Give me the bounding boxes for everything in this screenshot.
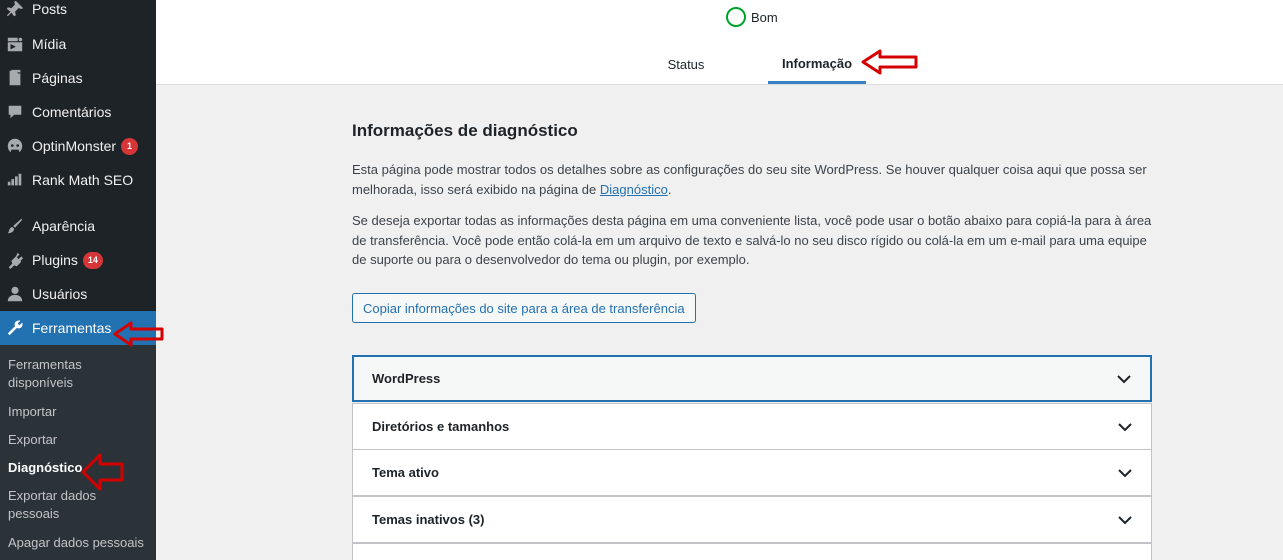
menu-item-pages[interactable]: Páginas: [0, 61, 156, 95]
accordion-inactive-themes[interactable]: Temas inativos (3): [352, 496, 1152, 543]
tools-submenu: Ferramentas disponíveis Importar Exporta…: [0, 345, 156, 560]
export-paragraph: Se deseja exportar todas as informações …: [352, 213, 1152, 267]
annotation-arrow-icon: [113, 321, 164, 347]
menu-label: Mídia: [32, 36, 67, 52]
page-title: Informações de diagnóstico: [352, 121, 578, 140]
menu-item-users[interactable]: Usuários: [0, 277, 156, 311]
media-icon: [5, 34, 25, 54]
copy-site-info-button[interactable]: Copiar informações do site para a área d…: [352, 293, 696, 323]
submenu-item-import[interactable]: Importar: [8, 403, 148, 421]
menu-item-media[interactable]: Mídia: [0, 27, 156, 61]
intro-text: Esta página pode mostrar todos os detalh…: [352, 162, 1147, 197]
health-status-label: Bom: [751, 9, 778, 25]
menu-label: Usuários: [32, 286, 88, 302]
submenu-item-site-health[interactable]: Diagnóstico: [8, 459, 148, 477]
menu-label: Aparência: [32, 218, 96, 234]
tab-info[interactable]: Informação: [768, 45, 866, 84]
wrench-icon: [5, 318, 25, 338]
chevron-down-icon: [1116, 371, 1132, 387]
accordion-label: WordPress: [372, 371, 441, 386]
submenu-item-export-personal-data[interactable]: Exportar dados pessoais: [8, 487, 148, 523]
user-icon: [5, 284, 25, 304]
notification-badge: 14: [82, 251, 103, 269]
menu-item-rank-math[interactable]: Rank Math SEO: [0, 163, 156, 197]
intro-end: .: [667, 181, 672, 197]
menu-label: Rank Math SEO: [32, 172, 134, 188]
accordion-label: Diretórios e tamanhos: [372, 419, 510, 434]
accordion-active-theme[interactable]: Tema ativo: [352, 449, 1152, 496]
admin-sidebar: Posts Mídia Páginas Comentários OptinMon…: [0, 0, 156, 560]
menu-label: OptinMonster: [32, 138, 117, 154]
menu-label: Posts: [32, 1, 68, 17]
accordion-label: Temas inativos (3): [372, 512, 485, 527]
chevron-down-icon: [1117, 512, 1133, 528]
plugin-icon: [5, 250, 25, 270]
site-health-link[interactable]: Diagnóstico: [600, 182, 668, 197]
chevron-down-icon: [1117, 465, 1133, 481]
menu-label: Comentários: [32, 104, 112, 120]
menu-item-comments[interactable]: Comentários: [0, 95, 156, 129]
paintbrush-icon: [5, 216, 25, 236]
accordion-directories-sizes[interactable]: Diretórios e tamanhos: [352, 403, 1152, 450]
health-status: Bom: [726, 7, 778, 27]
chevron-down-icon: [1117, 419, 1133, 435]
submenu-item-available-tools[interactable]: Ferramentas disponíveis: [8, 356, 148, 392]
pages-icon: [5, 68, 25, 88]
menu-item-plugins[interactable]: Plugins 14: [0, 243, 156, 277]
pushpin-icon: [5, 0, 25, 19]
annotation-arrow-icon: [861, 49, 918, 75]
optinmonster-icon: [5, 136, 25, 156]
health-progress-circle: [726, 7, 746, 27]
menu-item-posts[interactable]: Posts: [0, 0, 156, 26]
menu-label: Páginas: [32, 70, 83, 86]
site-health-header: Bom Status Informação: [156, 0, 1283, 85]
menu-label: Ferramentas: [32, 320, 112, 336]
submenu-item-export[interactable]: Exportar: [8, 431, 148, 449]
tab-status[interactable]: Status: [649, 45, 723, 84]
annotation-arrow-icon: [81, 453, 124, 491]
menu-item-optinmonster[interactable]: OptinMonster 1: [0, 129, 156, 163]
submenu-item-erase-personal-data[interactable]: Apagar dados pessoais: [8, 534, 148, 552]
menu-item-appearance[interactable]: Aparência: [0, 209, 156, 243]
menu-label: Plugins: [32, 252, 78, 268]
intro-paragraph: Esta página pode mostrar todos os detalh…: [352, 160, 1152, 199]
accordion-wordpress[interactable]: WordPress: [352, 355, 1152, 402]
comment-icon: [5, 102, 25, 122]
accordion-label: Tema ativo: [372, 465, 439, 480]
notification-badge: 1: [121, 137, 139, 155]
accordion-partial[interactable]: [352, 543, 1152, 560]
chart-icon: [5, 170, 25, 190]
